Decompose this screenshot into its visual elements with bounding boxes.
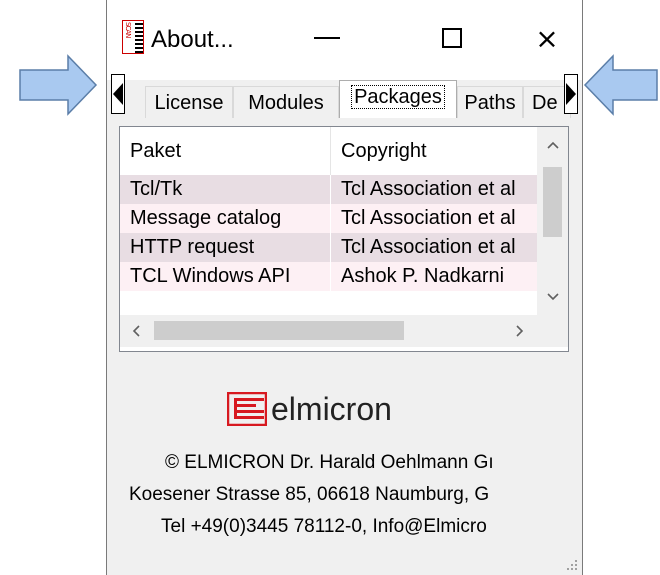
scroll-left-button[interactable] [120,315,152,347]
chevron-right-icon [516,325,524,337]
column-header-paket[interactable]: Paket [120,127,331,175]
table-row[interactable]: TCL Windows API Ashok P. Nadkarni [120,262,537,291]
maximize-icon [442,28,462,48]
vertical-scrollbar[interactable] [537,127,568,315]
tab-scroll-left-button[interactable] [111,74,125,114]
address-line: Koesener Strasse 85, 06618 Naumburg, G [129,484,490,505]
cell-paket: HTTP request [120,233,331,262]
minimize-button[interactable] [307,18,347,58]
cell-paket: Tcl/Tk [120,175,331,204]
annotation-arrow-right-icon [19,54,98,116]
copyright-line: © ELMICRON Dr. Harald Oehlmann Gı [165,452,494,473]
tab-strip: License Modules Packages Paths De [107,80,582,118]
scroll-up-button[interactable] [537,133,568,157]
minimize-icon [314,37,340,39]
table-row[interactable]: HTTP request Tcl Association et al [120,233,537,262]
scroll-down-button[interactable] [537,285,568,309]
triangle-left-icon [113,83,123,105]
tab-packages[interactable]: Packages [339,80,457,118]
table-row[interactable]: Message catalog Tcl Association et al [120,204,537,233]
table-row[interactable]: Tcl/Tk Tcl Association et al [120,175,537,204]
resize-grip-icon[interactable] [564,557,578,571]
tab-paths[interactable]: Paths [457,86,523,118]
triangle-right-icon [566,83,576,105]
elmicron-logo-icon [227,392,267,426]
packages-table[interactable]: Paket Copyright Tcl/Tk Tcl Association e… [119,126,569,352]
window-title: About... [151,26,234,53]
cell-copyright: Tcl Association et al [341,236,516,258]
cell-copyright: Tcl Association et al [341,178,516,200]
about-window: SCAN About... × License Modules Packages… [106,0,583,575]
scan-barcode-icon: SCAN [122,20,144,54]
tab-scroll-right-button[interactable] [564,74,578,114]
horizontal-scrollbar[interactable] [120,315,537,347]
contact-line[interactable]: Tel +49(0)3445 78112-0, Info@Elmicro [161,516,487,538]
annotation-arrow-left-icon [583,54,658,116]
chevron-down-icon [546,293,559,301]
cell-paket: TCL Windows API [120,262,331,291]
title-bar[interactable]: SCAN About... × [107,0,582,80]
cell-copyright: Tcl Association et al [341,207,516,229]
table-header: Paket Copyright [120,127,537,175]
horizontal-scroll-thumb[interactable] [154,321,404,340]
close-button[interactable]: × [527,18,567,58]
column-header-copyright[interactable]: Copyright [331,127,537,175]
cell-paket: Message catalog [120,204,331,233]
scrollbar-corner [537,315,568,347]
scroll-right-button[interactable] [504,315,536,347]
table-rows: Tcl/Tk Tcl Association et al Message cat… [120,175,537,315]
elmicron-logo: elmicron [227,386,392,426]
tab-license[interactable]: License [145,86,233,118]
close-icon: × [535,21,559,55]
cell-copyright: Ashok P. Nadkarni [341,265,505,287]
vertical-scroll-thumb[interactable] [543,167,562,237]
tab-modules[interactable]: Modules [233,86,339,118]
logo-text: elmicron [271,391,392,427]
maximize-button[interactable] [432,18,472,58]
chevron-up-icon [546,141,559,149]
chevron-left-icon [132,325,140,337]
